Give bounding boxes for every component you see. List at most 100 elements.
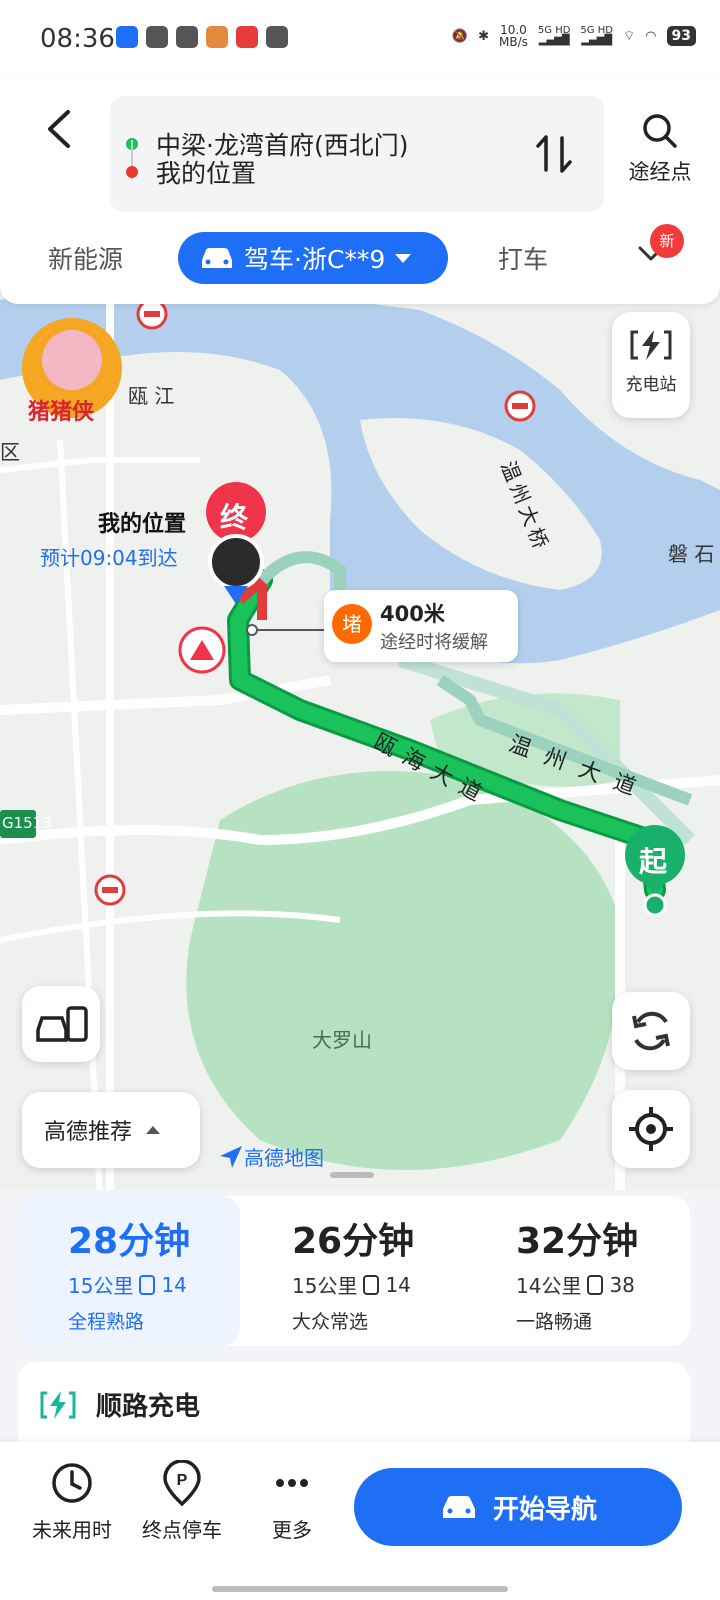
destination-field[interactable]: 我的位置 [126, 154, 256, 190]
jam-note: 途经时将缓解 [380, 632, 488, 653]
net-speed-unit: MB/s [499, 35, 528, 49]
mute-icon: 🔕 [451, 28, 469, 44]
amap-logo: 高德地图 [218, 1142, 324, 1171]
route-distance: 15公里 [292, 1274, 358, 1298]
bluetooth-icon: ✱ [478, 28, 490, 44]
route-tag: 大众常选 [292, 1311, 369, 1333]
destination-parking-button[interactable]: P 终点停车 [132, 1460, 232, 1543]
back-icon[interactable] [36, 104, 86, 154]
battery-indicator: 93 [666, 26, 696, 46]
app-notification-icon [176, 26, 198, 48]
app-notification-icon [116, 26, 138, 48]
charging-station-label: 充电站 [625, 375, 677, 395]
mascot-label: 猪猪侠 [28, 400, 95, 425]
map-label-river: 瓯 江 [128, 384, 175, 408]
route-time: 32分钟 [516, 1221, 639, 1262]
charging-station-button[interactable]: 充电站 [612, 312, 690, 418]
waypoint-button[interactable]: 途经点 [620, 112, 700, 186]
signal-bars-icon: ▂▄▆█ [581, 35, 613, 46]
tab-drive[interactable]: 驾车·浙C**9 [178, 232, 448, 284]
route-preference-label: 高德推荐 [44, 1120, 133, 1145]
route-time: 26分钟 [292, 1221, 415, 1262]
status-right: 🔕 ✱ 10.0 MB/s 5G HD ▂▄▆█ 5G HD ▂▄▆█ ⌔ ◠ 93 [452, 24, 696, 48]
highway-shield: G1513 [2, 814, 52, 832]
more-button[interactable]: 更多 [242, 1460, 342, 1543]
route-meta: 15公里 14 [68, 1270, 240, 1299]
caret-up-icon [146, 1126, 161, 1134]
map-label-daluoshan: 大罗山 [312, 1028, 372, 1052]
tab-taxi[interactable]: 打车 [498, 240, 548, 276]
svg-text:P: P [177, 1472, 188, 1489]
start-navigation-label: 开始导航 [492, 1494, 597, 1525]
status-app-icons [116, 26, 288, 48]
swap-icon[interactable] [534, 132, 574, 176]
route-option-1[interactable]: 28分钟 15公里 14 全程熟路 [18, 1196, 240, 1346]
dropdown-caret-icon [395, 253, 412, 263]
wifi-icon: ◠ [645, 28, 657, 44]
more-dots-icon [276, 1479, 308, 1487]
route-lights: 14 [385, 1272, 411, 1297]
map-label-panshi: 磐 石 [668, 542, 715, 566]
route-options: 28分钟 15公里 14 全程熟路 26分钟 15公里 14 大众常选 32分钟… [18, 1196, 690, 1346]
destination-text: 我的位置 [156, 159, 257, 188]
jam-badge: 堵 [332, 604, 372, 644]
signal-bars-icon: ▂▄▆█ [538, 35, 570, 46]
new-badge: 新 [650, 224, 684, 258]
app-notification-icon [236, 26, 258, 48]
signal-2: 5G HD ▂▄▆█ [580, 26, 613, 46]
app-notification-icon [146, 26, 168, 48]
status-bar: 08:36 🔕 ✱ 10.0 MB/s 5G HD ▂▄▆█ 5G HD ▂▄▆█ … [0, 0, 720, 78]
route-tag: 一路畅通 [516, 1311, 593, 1333]
eta-label: 预计09:04到达 [40, 546, 178, 570]
net-speed: 10.0 MB/s [499, 24, 528, 48]
charging-icon [40, 1391, 76, 1419]
car-icon [442, 1496, 475, 1518]
map-view[interactable]: 瓯 江 区 磐 石 G1513 大罗山 温州大桥 温 州 大 道 瓯海大道 猪猪… [0, 280, 720, 1200]
traffic-light-icon [363, 1274, 380, 1295]
destination-parking-label: 终点停车 [142, 1518, 222, 1542]
search-icon [643, 114, 677, 148]
future-time-label: 未来用时 [32, 1518, 112, 1542]
more-label: 更多 [272, 1518, 312, 1542]
refresh-icon [632, 1011, 670, 1051]
refresh-button[interactable] [612, 992, 690, 1070]
route-header: 中梁·龙湾首府(西北门) 我的位置 途经点 新能源 驾车·浙C**9 打车 新 [0, 78, 720, 304]
start-navigation-button[interactable]: 开始导航 [354, 1468, 682, 1546]
amap-logo-icon [220, 1145, 242, 1168]
signal-1: 5G HD ▂▄▆█ [538, 26, 571, 46]
route-distance: 15公里 [68, 1274, 134, 1298]
tab-new-energy[interactable]: 新能源 [48, 240, 123, 276]
end-marker: 终 [220, 501, 249, 534]
route-meta: 15公里 14 [292, 1270, 464, 1299]
traffic-light-icon [139, 1274, 156, 1295]
app-notification-icon [206, 26, 228, 48]
bottom-action-bar: 未来用时 P 终点停车 更多 开始导航 [0, 1442, 720, 1600]
route-preference-button[interactable]: 高德推荐 [22, 1092, 200, 1168]
transport-tabs: 新能源 驾车·浙C**9 打车 新 [0, 224, 720, 288]
car-icon [202, 248, 232, 268]
car-phone-icon [36, 1006, 88, 1042]
route-option-2[interactable]: 26分钟 15公里 14 大众常选 [242, 1196, 464, 1346]
home-indicator[interactable] [212, 1586, 508, 1592]
my-location-label: 我的位置 [98, 512, 187, 537]
traffic-jam-card[interactable]: 堵 400米 途经时将缓解 [324, 590, 518, 662]
vehicle-switch-button[interactable] [22, 986, 100, 1062]
tab-drive-label: 驾车·浙C**9 [244, 245, 386, 274]
crosshair-icon [629, 1107, 673, 1151]
route-charging-label: 顺路充电 [96, 1392, 201, 1422]
jam-distance: 400米 [380, 602, 445, 626]
route-input-box: 中梁·龙湾首府(西北门) 我的位置 [110, 96, 604, 212]
destination-dot-icon [126, 166, 138, 178]
route-distance: 14公里 [516, 1274, 582, 1298]
sheet-drag-handle[interactable] [330, 1172, 374, 1178]
waypoint-label: 途经点 [628, 160, 692, 184]
charging-icon [630, 330, 672, 360]
parking-icon: P [163, 1460, 201, 1506]
locate-button[interactable] [612, 1090, 690, 1168]
future-time-button[interactable]: 未来用时 [22, 1460, 122, 1543]
route-option-3[interactable]: 32分钟 14公里 38 一路畅通 [466, 1196, 688, 1346]
route-lights: 38 [609, 1272, 635, 1297]
clock-icon [52, 1463, 92, 1503]
route-lights: 14 [161, 1272, 187, 1297]
traffic-light-icon [587, 1274, 604, 1295]
